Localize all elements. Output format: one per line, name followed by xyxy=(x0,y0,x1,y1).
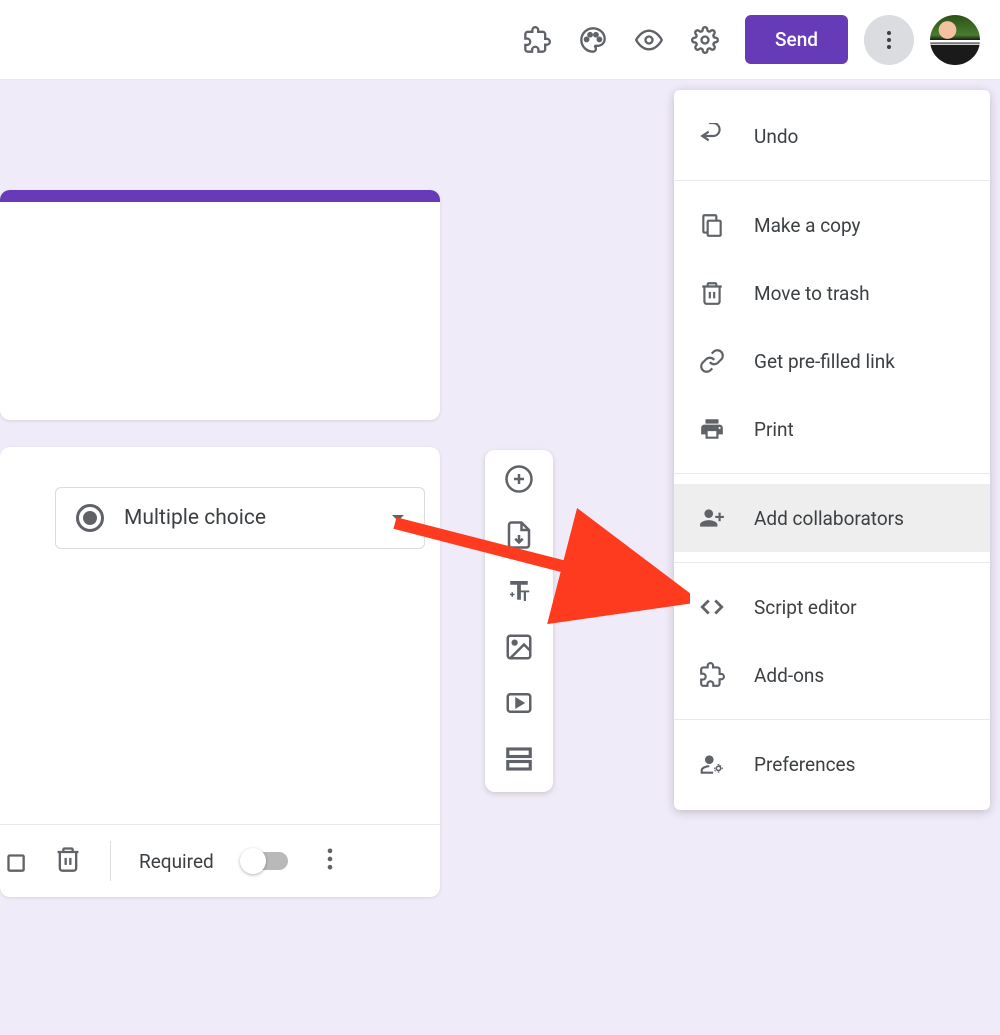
side-toolbar: T xyxy=(485,450,553,792)
multiple-choice-icon xyxy=(76,504,104,532)
required-label: Required xyxy=(139,850,214,873)
preferences-icon xyxy=(698,750,726,778)
undo-icon xyxy=(698,122,726,150)
puzzle-icon xyxy=(698,661,726,689)
question-footer: Required xyxy=(0,824,440,897)
menu-label-print: Print xyxy=(754,418,794,441)
more-options-menu: Undo Make a copy Move to trash Get pre-f… xyxy=(674,90,990,810)
dropdown-arrow-icon xyxy=(392,515,404,521)
menu-label-preferences: Preferences xyxy=(754,753,855,776)
menu-item-move-trash[interactable]: Move to trash xyxy=(674,259,990,327)
send-button[interactable]: Send xyxy=(745,15,848,64)
menu-item-preferences[interactable]: Preferences xyxy=(674,730,990,798)
print-icon xyxy=(698,415,726,443)
add-question-icon[interactable] xyxy=(504,464,534,498)
add-image-icon[interactable] xyxy=(504,632,534,666)
menu-item-print[interactable]: Print xyxy=(674,395,990,463)
menu-divider xyxy=(674,473,990,474)
menu-label-addons: Add-ons xyxy=(754,664,824,687)
menu-item-undo[interactable]: Undo xyxy=(674,102,990,170)
code-icon xyxy=(698,593,726,621)
question-type-dropdown[interactable]: Multiple choice xyxy=(55,487,425,549)
palette-icon[interactable] xyxy=(569,16,617,64)
menu-item-add-collaborators[interactable]: Add collaborators xyxy=(674,484,990,552)
question-more-icon[interactable] xyxy=(316,845,344,877)
form-question-card: Multiple choice Required xyxy=(0,447,440,897)
required-toggle[interactable] xyxy=(242,852,288,870)
copy-icon xyxy=(698,211,726,239)
header-toolbar: Send xyxy=(0,0,1000,80)
link-icon xyxy=(698,347,726,375)
menu-divider xyxy=(674,719,990,720)
trash-icon xyxy=(698,279,726,307)
add-collaborators-icon xyxy=(698,504,726,532)
add-video-icon[interactable] xyxy=(504,688,534,722)
menu-item-addons[interactable]: Add-ons xyxy=(674,641,990,709)
add-section-icon[interactable] xyxy=(504,744,534,778)
user-avatar[interactable] xyxy=(930,15,980,65)
menu-divider xyxy=(674,562,990,563)
menu-item-prefilled-link[interactable]: Get pre-filled link xyxy=(674,327,990,395)
question-type-label: Multiple choice xyxy=(124,506,372,530)
footer-divider xyxy=(110,841,111,881)
menu-label-trash: Move to trash xyxy=(754,282,870,305)
addons-header-icon[interactable] xyxy=(513,16,561,64)
menu-label-script: Script editor xyxy=(754,596,857,619)
form-header-card xyxy=(0,190,440,420)
menu-label-collaborators: Add collaborators xyxy=(754,507,904,530)
duplicate-icon[interactable] xyxy=(0,845,26,877)
delete-icon[interactable] xyxy=(54,845,82,877)
menu-label-undo: Undo xyxy=(754,125,798,148)
add-title-icon[interactable]: T xyxy=(504,576,534,610)
menu-label-prefilled: Get pre-filled link xyxy=(754,350,895,373)
import-questions-icon[interactable] xyxy=(504,520,534,554)
menu-divider xyxy=(674,180,990,181)
svg-text:T: T xyxy=(520,587,529,605)
more-options-button[interactable] xyxy=(864,15,914,65)
menu-label-make-copy: Make a copy xyxy=(754,214,861,237)
menu-item-make-copy[interactable]: Make a copy xyxy=(674,191,990,259)
menu-item-script-editor[interactable]: Script editor xyxy=(674,573,990,641)
preview-icon[interactable] xyxy=(625,16,673,64)
settings-icon[interactable] xyxy=(681,16,729,64)
